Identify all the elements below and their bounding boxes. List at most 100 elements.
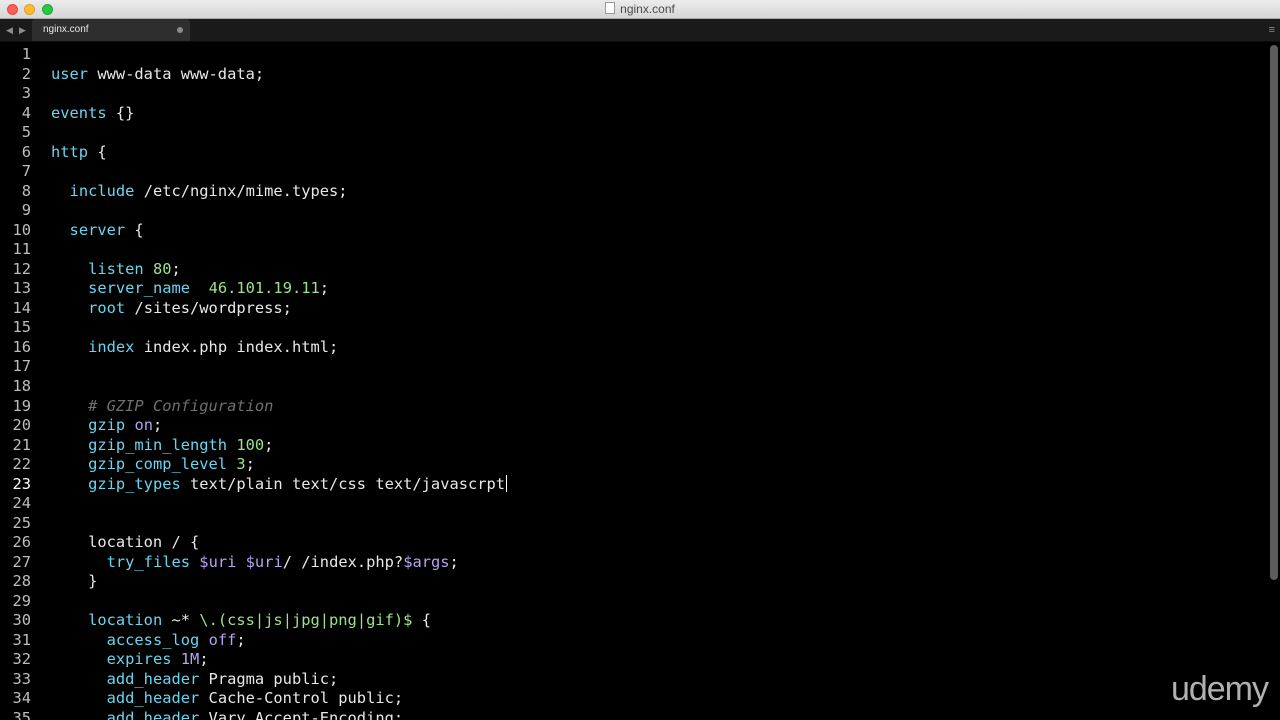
- code-text[interactable]: server {: [51, 220, 144, 240]
- code-text[interactable]: add_header Pragma public;: [51, 669, 339, 689]
- code-text[interactable]: location / {: [51, 532, 199, 552]
- menu-icon[interactable]: ≡: [1269, 24, 1275, 36]
- code-line[interactable]: 30 location ~* \.(css|js|jpg|png|gif)$ {: [0, 610, 1266, 630]
- code-text[interactable]: include /etc/nginx/mime.types;: [51, 181, 348, 201]
- code-text[interactable]: access_log off;: [51, 630, 246, 650]
- code-token: ;: [152, 416, 163, 435]
- code-line[interactable]: 1: [0, 44, 1266, 64]
- code-text[interactable]: listen 80;: [51, 259, 181, 279]
- code-line[interactable]: 35 add_header Vary Accept-Encoding;: [0, 708, 1266, 720]
- unsaved-dot-icon[interactable]: [177, 27, 183, 33]
- code-line[interactable]: 24: [0, 493, 1266, 513]
- code-text[interactable]: add_header Vary Accept-Encoding;: [51, 708, 404, 720]
- code-token: /etc/nginx/mime.types;: [134, 181, 348, 200]
- line-number: 25: [12, 513, 31, 532]
- code-text[interactable]: try_files $uri $uri/ /index.php?$args;: [51, 552, 459, 572]
- code-text[interactable]: # GZIP Configuration: [51, 396, 273, 416]
- line-number: 30: [12, 611, 31, 630]
- code-line[interactable]: 31 access_log off;: [0, 630, 1266, 650]
- code-line[interactable]: 8 include /etc/nginx/mime.types;: [0, 181, 1266, 201]
- code-token: index: [88, 337, 135, 356]
- code-line[interactable]: 29: [0, 591, 1266, 611]
- code-token: events: [51, 103, 107, 122]
- code-line[interactable]: 19 # GZIP Configuration: [0, 396, 1266, 416]
- code-line[interactable]: 9: [0, 200, 1266, 220]
- code-line[interactable]: 5: [0, 122, 1266, 142]
- code-token: add_header: [106, 709, 200, 720]
- code-line[interactable]: 22 gzip_comp_level 3;: [0, 454, 1266, 474]
- line-number: 10: [12, 220, 31, 239]
- code-line[interactable]: 20 gzip on;: [0, 415, 1266, 435]
- code-token: ;: [264, 435, 274, 454]
- code-token: Pragma public;: [199, 669, 339, 688]
- code-line[interactable]: 14 root /sites/wordpress;: [0, 298, 1266, 318]
- line-number: 6: [21, 142, 31, 161]
- code-token: ;: [319, 279, 330, 298]
- code-line[interactable]: 26 location / {: [0, 532, 1266, 552]
- vertical-scrollbar[interactable]: [1270, 42, 1278, 720]
- line-number: 14: [12, 298, 31, 317]
- code-line[interactable]: 6 http {: [0, 142, 1266, 162]
- code-text[interactable]: gzip on;: [51, 415, 162, 435]
- code-text[interactable]: server_name 46.101.19.11;: [51, 278, 329, 298]
- code-text[interactable]: gzip_types text/plain text/css text/java…: [51, 474, 508, 494]
- code-text[interactable]: events {}: [51, 103, 134, 123]
- code-token: 1M: [180, 650, 200, 669]
- code-line[interactable]: 27 try_files $uri $uri/ /index.php?$args…: [0, 552, 1266, 572]
- code-text[interactable]: http {: [51, 142, 107, 162]
- code-text[interactable]: expires 1M;: [51, 649, 209, 669]
- code-line[interactable]: 2 user www-data www-data;: [0, 64, 1266, 84]
- code-line[interactable]: 3: [0, 83, 1266, 103]
- code-line[interactable]: 12 listen 80;: [0, 259, 1266, 279]
- code-line[interactable]: 34 add_header Cache-Control public;: [0, 688, 1266, 708]
- code-text[interactable]: location ~* \.(css|js|jpg|png|gif)$ {: [51, 610, 431, 630]
- code-line[interactable]: 16 index index.php index.html;: [0, 337, 1266, 357]
- forward-arrow-icon[interactable]: ▶: [19, 24, 26, 36]
- code-line[interactable]: 28 }: [0, 571, 1266, 591]
- code-token: try_files: [106, 552, 191, 571]
- code-token: server_name: [88, 279, 191, 298]
- code-line[interactable]: 10 server {: [0, 220, 1266, 240]
- line-number: 13: [12, 279, 31, 298]
- code-text[interactable]: }: [51, 571, 97, 591]
- code-text[interactable]: add_header Cache-Control public;: [51, 688, 404, 708]
- udemy-watermark: udemy: [1170, 670, 1269, 708]
- code-line[interactable]: 23 gzip_types text/plain text/css text/j…: [0, 474, 1266, 494]
- line-number: 4: [21, 103, 31, 122]
- code-line[interactable]: 18: [0, 376, 1266, 396]
- code-token: www-data www-data;: [88, 64, 265, 83]
- code-editor[interactable]: 1 2 user www-data www-data; 3 4 events {} 5 6 ht…: [0, 42, 1280, 720]
- back-arrow-icon[interactable]: ◀: [6, 24, 13, 36]
- code-text[interactable]: gzip_comp_level 3;: [51, 454, 255, 474]
- code-line[interactable]: 11: [0, 239, 1266, 259]
- code-text[interactable]: root /sites/wordpress;: [51, 298, 292, 318]
- line-number: 31: [12, 630, 31, 649]
- code-line[interactable]: 17: [0, 356, 1266, 376]
- code-line[interactable]: 7: [0, 161, 1266, 181]
- line-number: 35: [12, 709, 31, 720]
- tab-nginx-conf[interactable]: nginx.conf: [32, 19, 190, 41]
- code-line[interactable]: 4 events {}: [0, 103, 1266, 123]
- line-number: 7: [21, 162, 31, 181]
- code-token: $uri: [245, 552, 283, 571]
- line-number: 21: [12, 435, 31, 454]
- code-line[interactable]: 32 expires 1M;: [0, 649, 1266, 669]
- code-line[interactable]: 33 add_header Pragma public;: [0, 669, 1266, 689]
- code-line[interactable]: 21 gzip_min_length 100;: [0, 435, 1266, 455]
- code-text[interactable]: gzip_min_length 100;: [51, 435, 273, 455]
- scrollbar-thumb[interactable]: [1270, 45, 1278, 580]
- code-token: 46.101.19.11: [208, 279, 320, 298]
- tab-bar: ◀ ▶ nginx.conf ≡: [0, 19, 1280, 42]
- code-token: }: [51, 572, 98, 591]
- code-line[interactable]: 25: [0, 513, 1266, 533]
- code-line[interactable]: 13 server_name 46.101.19.11;: [0, 278, 1266, 298]
- code-token: ;: [171, 259, 181, 278]
- code-text[interactable]: index index.php index.html;: [51, 337, 338, 357]
- code-text[interactable]: user www-data www-data;: [51, 64, 264, 84]
- code-line[interactable]: 15: [0, 317, 1266, 337]
